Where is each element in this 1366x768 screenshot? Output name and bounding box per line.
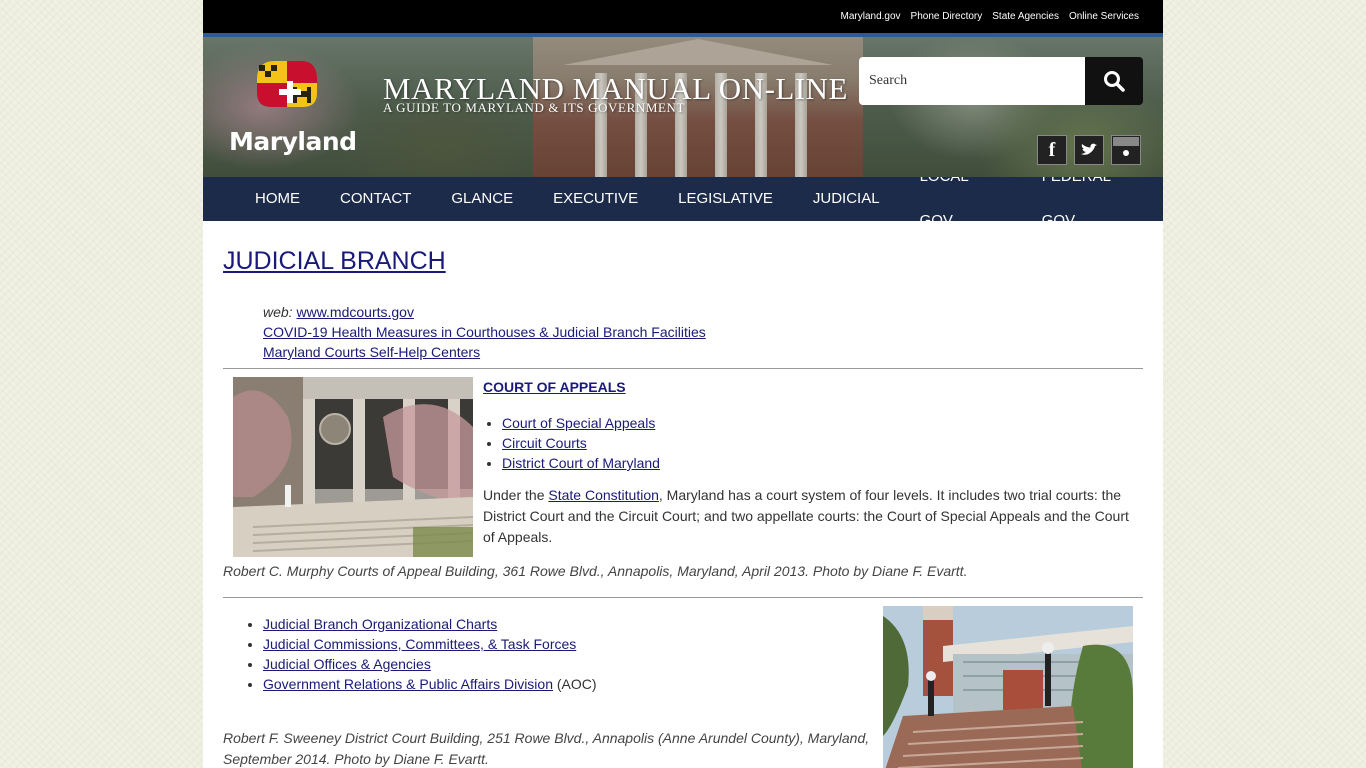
nav-item-contact[interactable]: CONTACT	[320, 177, 431, 221]
offices-agencies-link[interactable]: Judicial Offices & Agencies	[263, 656, 431, 672]
aoc-suffix: (AOC)	[552, 676, 597, 692]
utility-link-state-agencies[interactable]: State Agencies	[992, 11, 1059, 22]
twitter-icon[interactable]	[1074, 135, 1104, 165]
court-links-list: Court of Special Appeals Circuit Courts …	[502, 413, 1143, 473]
nav-item-legislative[interactable]: LEGISLATIVE	[658, 177, 793, 221]
logo-text: Maryland	[229, 127, 357, 156]
state-constitution-link[interactable]: State Constitution	[548, 487, 659, 503]
photo-caption: Robert C. Murphy Courts of Appeal Buildi…	[223, 563, 968, 579]
court-of-appeals-section: COURT OF APPEALS Court of Special Appeal…	[223, 369, 1143, 597]
list-item: Court of Special Appeals	[502, 413, 1143, 433]
covid-measures-link[interactable]: COVID-19 Health Measures in Courthouses …	[263, 324, 706, 340]
judicial-resources-section: Judicial Branch Organizational Charts Ju…	[223, 598, 1143, 768]
twitter-bird-icon	[1081, 143, 1097, 155]
maryland-flag-icon	[257, 61, 317, 107]
district-court-link[interactable]: District Court of Maryland	[502, 455, 660, 471]
court-of-appeals-building-image	[233, 377, 473, 557]
main-nav: HOME CONTACT GLANCE EXECUTIVE LEGISLATIV…	[203, 168, 1163, 229]
utility-link-online-services[interactable]: Online Services	[1069, 11, 1139, 22]
nav-item-glance[interactable]: GLANCE	[431, 177, 533, 221]
site-header: Maryland MARYLAND MANUAL ON-LINE A GUIDE…	[203, 37, 1163, 177]
web-label: web:	[263, 304, 293, 320]
site-title[interactable]: MARYLAND MANUAL ON-LINE A GUIDE TO MARYL…	[383, 73, 848, 115]
utility-bar: Maryland.gov Phone Directory State Agenc…	[203, 0, 1163, 33]
nav-item-executive[interactable]: EXECUTIVE	[533, 177, 658, 221]
court-of-appeals-link[interactable]: COURT OF APPEALS	[483, 379, 626, 395]
circuit-courts-link[interactable]: Circuit Courts	[502, 435, 587, 451]
nav-item-home[interactable]: HOME	[235, 177, 320, 221]
judicial-links-list: Judicial Branch Organizational Charts Ju…	[263, 614, 597, 694]
search-input[interactable]	[859, 57, 1085, 105]
page-title: JUDICIAL BRANCH	[223, 247, 1143, 276]
self-help-centers-link[interactable]: Maryland Courts Self-Help Centers	[263, 344, 480, 360]
list-item: Circuit Courts	[502, 433, 1143, 453]
flickr-icon[interactable]	[1111, 135, 1141, 165]
gov-relations-link[interactable]: Government Relations & Public Affairs Di…	[263, 676, 553, 692]
court-of-appeals-photo	[233, 377, 473, 557]
maryland-logo[interactable]: Maryland	[229, 57, 357, 157]
court-of-appeals-info: COURT OF APPEALS Court of Special Appeal…	[483, 379, 1143, 548]
court-heading: COURT OF APPEALS	[483, 379, 1143, 395]
utility-link-maryland-gov[interactable]: Maryland.gov	[841, 11, 901, 22]
court-special-appeals-link[interactable]: Court of Special Appeals	[502, 415, 655, 431]
commissions-link[interactable]: Judicial Commissions, Committees, & Task…	[263, 636, 576, 652]
page-title-link[interactable]: JUDICIAL BRANCH	[223, 247, 446, 275]
list-item: Judicial Branch Organizational Charts	[263, 614, 597, 634]
search-icon	[1104, 71, 1125, 92]
photo-caption: Robert F. Sweeney District Court Buildin…	[223, 730, 870, 767]
facebook-icon[interactable]: f	[1037, 135, 1067, 165]
court-system-paragraph: Under the State Constitution, Maryland h…	[483, 485, 1143, 548]
org-charts-link[interactable]: Judicial Branch Organizational Charts	[263, 616, 497, 632]
search-button[interactable]	[1085, 57, 1143, 105]
web-links: web: www.mdcourts.gov COVID-19 Health Me…	[263, 302, 1143, 362]
flickr-glyph-icon	[1113, 137, 1139, 163]
search-box	[859, 57, 1143, 105]
para-text-pre: Under the	[483, 487, 549, 503]
list-item: Judicial Commissions, Committees, & Task…	[263, 634, 597, 654]
list-item: District Court of Maryland	[502, 453, 1143, 473]
district-court-photo	[883, 606, 1133, 768]
mdcourts-link[interactable]: www.mdcourts.gov	[296, 304, 413, 320]
list-item: Judicial Offices & Agencies	[263, 654, 597, 674]
list-item: Government Relations & Public Affairs Di…	[263, 674, 597, 694]
utility-link-phone-directory[interactable]: Phone Directory	[911, 11, 983, 22]
district-court-building-image	[883, 606, 1133, 768]
main-content: JUDICIAL BRANCH web: www.mdcourts.gov CO…	[203, 221, 1163, 768]
page: Maryland.gov Phone Directory State Agenc…	[203, 0, 1163, 768]
nav-item-judicial[interactable]: JUDICIAL	[793, 177, 900, 221]
